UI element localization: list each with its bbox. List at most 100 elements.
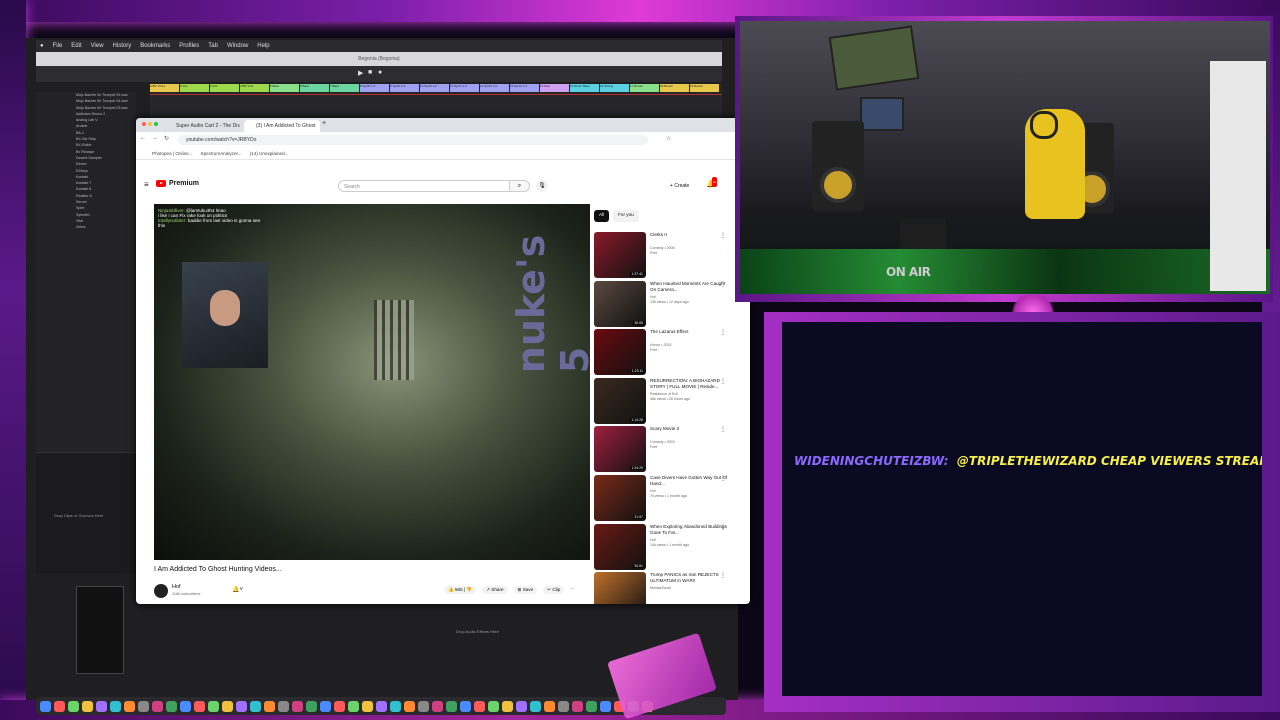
play-icon[interactable]: ▶: [358, 69, 363, 77]
menu-item-edit[interactable]: Edit: [71, 43, 81, 49]
dock-app-icon[interactable]: [208, 700, 219, 712]
search-icon[interactable]: ⌕: [510, 180, 530, 192]
menu-item-profiles[interactable]: Profiles: [179, 43, 199, 49]
create-button[interactable]: + Create: [670, 180, 689, 192]
more-options-icon[interactable]: ⋮: [720, 475, 726, 482]
forward-icon[interactable]: →: [152, 135, 158, 141]
recommendation-item[interactable]: 30:51 When Exploring Abandoned Buildings …: [594, 523, 744, 570]
more-options-icon[interactable]: ⋮: [720, 378, 726, 385]
recommendation-thumbnail[interactable]: 1:14:26: [594, 377, 646, 424]
menu-item-window[interactable]: Window: [227, 43, 248, 49]
dock-app-icon[interactable]: [544, 700, 555, 712]
recommendation-thumbnail[interactable]: 1:37:41: [594, 232, 646, 278]
search-input[interactable]: Search: [338, 180, 510, 192]
subscription-bell-icon[interactable]: 🔔˅: [232, 586, 243, 593]
menu-item-help[interactable]: Help: [257, 43, 269, 49]
recommendation-thumbnail[interactable]: [594, 572, 646, 604]
notifications-bell-icon[interactable]: 🔔 9+: [706, 177, 718, 190]
dock-app-icon[interactable]: [40, 700, 51, 712]
clip-12[interactable]: 13 Synth 1.3: [510, 84, 539, 92]
clip-11[interactable]: 12 Synth 1.3: [480, 84, 509, 92]
stop-icon[interactable]: ■: [368, 69, 372, 76]
dock-app-icon[interactable]: [278, 700, 289, 712]
dock-app-icon[interactable]: [418, 700, 429, 712]
tab-super-audio-cart[interactable]: Super Audio Cart 2 - The Drum: [164, 120, 240, 132]
clip-2[interactable]: 3 Vox: [210, 84, 239, 92]
clip-button[interactable]: ✂ Clip: [543, 586, 565, 594]
dock-app-icon[interactable]: [362, 700, 373, 712]
clip-15[interactable]: 16 Strong: [600, 84, 629, 92]
recommendation-thumbnail[interactable]: 35:05: [594, 280, 646, 327]
share-button[interactable]: ↗ Share: [482, 586, 508, 594]
recommendation-item[interactable]: 1:24:29 Scary Movie 3 Comedy • 2003 Free ⋮: [594, 426, 744, 473]
dock-app-icon[interactable]: [54, 700, 65, 712]
dock-app-icon[interactable]: [236, 700, 247, 712]
new-tab-icon[interactable]: +: [322, 120, 326, 127]
menu-item-file[interactable]: File: [53, 43, 63, 49]
recommendation-thumbnail[interactable]: 1:23:11: [594, 329, 646, 376]
channel-name[interactable]: Hof: [172, 584, 181, 590]
dock-app-icon[interactable]: [446, 700, 457, 712]
more-options-icon[interactable]: ⋮: [720, 281, 726, 288]
dock-app-icon[interactable]: [376, 700, 387, 712]
dock-app-icon[interactable]: [68, 700, 79, 712]
apple-icon[interactable]: ●: [40, 43, 44, 49]
reload-icon[interactable]: ↻: [164, 135, 169, 142]
clip-3[interactable]: 4 BR VOL: [240, 84, 269, 92]
chip-all[interactable]: All: [594, 210, 610, 222]
channel-avatar[interactable]: [154, 584, 168, 598]
daw-browser[interactable]: Mojo Bacher 0e Trumpet 09.wav Mojo Bacher…: [36, 92, 136, 452]
clip-13[interactable]: 14 Swe: [540, 84, 569, 92]
clip-6[interactable]: 7 Bass: [330, 84, 359, 92]
clip-9[interactable]: 10 Synth 1.2: [420, 84, 449, 92]
dock-app-icon[interactable]: [264, 700, 275, 712]
clip-8[interactable]: 9 Synth 1.3: [390, 84, 419, 92]
dock-app-icon[interactable]: [250, 700, 261, 712]
clip-18[interactable]: 19 Return: [690, 84, 719, 92]
dock-app-icon[interactable]: [516, 700, 527, 712]
youtube-logo[interactable]: Premium: [156, 180, 199, 187]
recommendation-title[interactable]: Scary Movie 3: [650, 426, 730, 432]
clip-14[interactable]: 15 Strum Bass: [570, 84, 599, 92]
recommendation-title[interactable]: The Lazarus Effect: [650, 329, 730, 335]
recommendation-item[interactable]: 1:37:41 Clerks II Comedy • 2006 Free ⋮: [594, 232, 744, 278]
dock-app-icon[interactable]: [432, 700, 443, 712]
menu-item-history[interactable]: History: [113, 43, 132, 49]
clip-10[interactable]: 11 Synth 1.3: [450, 84, 479, 92]
menu-item-tab[interactable]: Tab: [208, 43, 218, 49]
recommendation-title[interactable]: Clerks II: [650, 232, 730, 238]
recommendation-item[interactable]: 35:05 When Haunted Moments Are Caught On …: [594, 280, 744, 327]
bookmark-item[interactable]: Photopea | Online...: [152, 151, 193, 156]
recommendation-thumbnail[interactable]: 31:57: [594, 475, 646, 521]
recommendation-title[interactable]: When Haunted Moments Are Caught On Camer…: [650, 281, 730, 293]
tab-youtube[interactable]: (3) I Am Addicted To Ghost: [244, 120, 320, 132]
clip-4[interactable]: 5 Bass: [270, 84, 299, 92]
dock-app-icon[interactable]: [460, 700, 471, 712]
dock-app-icon[interactable]: [502, 700, 513, 712]
more-options-icon[interactable]: ⋮: [720, 426, 726, 433]
dock-app-icon[interactable]: [306, 700, 317, 712]
dock-app-icon[interactable]: [334, 700, 345, 712]
recommendation-item[interactable]: Trump PANICS as Iran REJECTS ULTIMATUM i…: [594, 572, 744, 604]
recommendation-thumbnail[interactable]: 1:24:29: [594, 426, 646, 473]
hamburger-menu-icon[interactable]: ≡: [144, 180, 149, 189]
dock-app-icon[interactable]: [404, 700, 415, 712]
clip-17[interactable]: 18 Return: [660, 84, 689, 92]
url-field[interactable]: youtube.com/watch?v=JRBYDo: [178, 135, 648, 145]
dock-app-icon[interactable]: [572, 700, 583, 712]
clip-7[interactable]: 8 Synth 1.3: [360, 84, 389, 92]
recommendation-title[interactable]: RESURRECTION: A BIOHAZARD STORY | FULL M…: [650, 378, 730, 390]
dock-app-icon[interactable]: [292, 700, 303, 712]
more-options-icon[interactable]: ⋮: [720, 329, 726, 336]
back-icon[interactable]: ←: [140, 135, 146, 141]
recommendation-title[interactable]: Trump PANICS as Iran REJECTS ULTIMATUM i…: [650, 572, 730, 584]
bookmark-item[interactable]: SpectrumAnalyzer...: [201, 151, 242, 156]
dock-app-icon[interactable]: [600, 700, 611, 712]
close-window-icon[interactable]: [142, 122, 146, 126]
dock-app-icon[interactable]: [530, 700, 541, 712]
dock-app-icon[interactable]: [124, 700, 135, 712]
more-options-icon[interactable]: ⋮: [720, 232, 726, 239]
dock-app-icon[interactable]: [152, 700, 163, 712]
clip-5[interactable]: 6 Bass: [300, 84, 329, 92]
daw-arrangement[interactable]: 4 BR VOL1 2 Vox 3 Vox 4 BR VOL 5 Bass 6 Bass 7…: [150, 84, 722, 120]
